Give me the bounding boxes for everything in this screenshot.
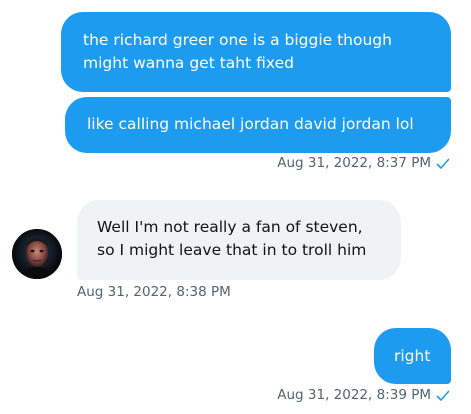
user-avatar[interactable]	[12, 229, 62, 279]
message-bubble-outgoing[interactable]: the richard greer one is a biggie though…	[61, 12, 451, 92]
message-timestamp: Aug 31, 2022, 8:37 PM	[277, 155, 431, 171]
message-bubble-outgoing[interactable]: like calling michael jordan david jordan…	[65, 97, 451, 153]
message-line: the richard greer one is a biggie though	[83, 31, 392, 49]
message-line: so I might leave that in to troll him	[97, 241, 367, 259]
message-timestamp: Aug 31, 2022, 8:39 PM	[277, 387, 431, 403]
message-line: like calling michael jordan david jordan…	[87, 115, 414, 133]
message-line: right	[394, 347, 431, 365]
message-thread: the richard greer one is a biggie though…	[0, 0, 471, 414]
checkmark-icon	[436, 158, 450, 169]
message-bubble-incoming[interactable]: Well I'm not really a fan of steven, so …	[77, 200, 401, 280]
message-timestamp: Aug 31, 2022, 8:38 PM	[77, 284, 231, 300]
checkmark-icon	[436, 390, 450, 401]
avatar-image	[12, 229, 62, 279]
message-line: Well I'm not really a fan of steven,	[97, 218, 363, 236]
message-line: might wanna get taht fixed	[83, 54, 294, 72]
message-bubble-outgoing[interactable]: right	[374, 328, 451, 384]
